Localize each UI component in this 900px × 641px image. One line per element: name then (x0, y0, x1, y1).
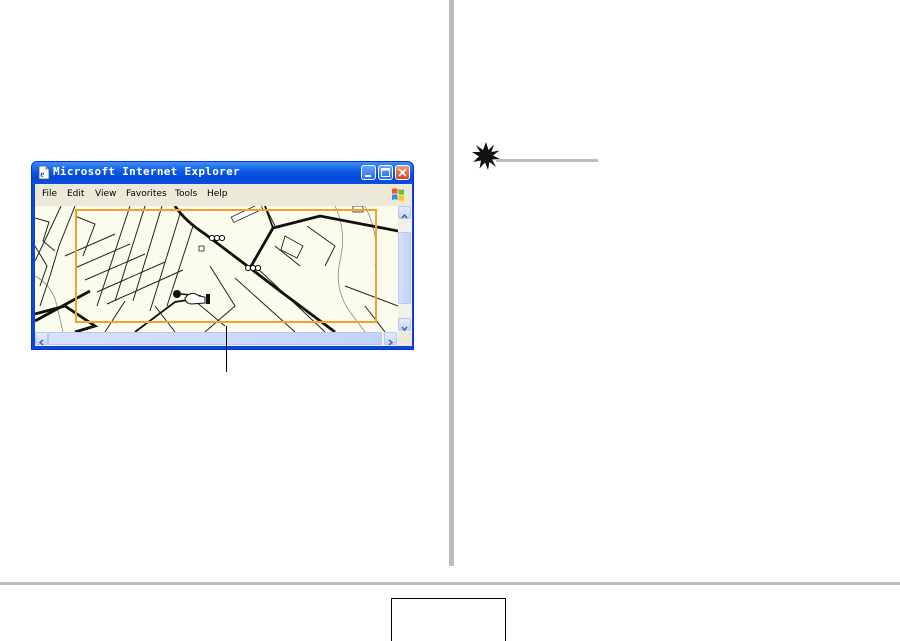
scroll-up-button[interactable] (398, 206, 411, 219)
minimize-button[interactable] (361, 165, 376, 180)
ie-window: e Microsoft Internet Explorer File Edit … (31, 161, 414, 350)
vertical-scrollbar[interactable] (398, 206, 412, 332)
vertical-scroll-thumb[interactable] (398, 232, 411, 304)
page-number-box (391, 598, 506, 641)
horizontal-scroll-thumb[interactable] (48, 332, 382, 345)
ie-page-icon: e (38, 165, 50, 180)
svg-text:e: e (40, 169, 44, 179)
menu-help[interactable]: Help (207, 189, 228, 199)
callout-leader-line (226, 326, 227, 372)
close-button[interactable] (395, 165, 410, 180)
menu-file[interactable]: File (42, 189, 57, 199)
close-icon (398, 168, 407, 177)
chevron-right-icon (388, 339, 394, 346)
caution-burst-icon (472, 142, 500, 170)
scroll-right-button[interactable] (384, 332, 397, 346)
scrollbar-corner (398, 332, 412, 346)
maximize-button[interactable] (378, 165, 393, 180)
horizontal-scrollbar[interactable] (35, 332, 398, 346)
street-map[interactable] (35, 206, 398, 332)
window-title: Microsoft Internet Explorer (53, 165, 240, 178)
chevron-up-icon (401, 213, 408, 219)
minimize-icon (365, 175, 371, 177)
menu-edit[interactable]: Edit (67, 189, 84, 199)
menu-bar: File Edit View Favorites Tools Help (35, 184, 412, 206)
maximize-icon (381, 168, 390, 177)
title-bar[interactable]: e Microsoft Internet Explorer (32, 162, 413, 184)
column-divider (449, 0, 454, 566)
scroll-down-button[interactable] (398, 318, 411, 332)
menu-view[interactable]: View (95, 189, 116, 199)
chevron-left-icon (38, 339, 44, 346)
map-highlight-frame (75, 209, 377, 323)
map-viewport[interactable] (35, 206, 398, 332)
caution-rule (496, 159, 598, 162)
footer-rule (0, 582, 900, 585)
windows-flag-icon (392, 188, 404, 201)
menu-tools[interactable]: Tools (175, 189, 197, 199)
scroll-left-button[interactable] (35, 332, 48, 346)
menu-favorites[interactable]: Favorites (126, 189, 167, 199)
